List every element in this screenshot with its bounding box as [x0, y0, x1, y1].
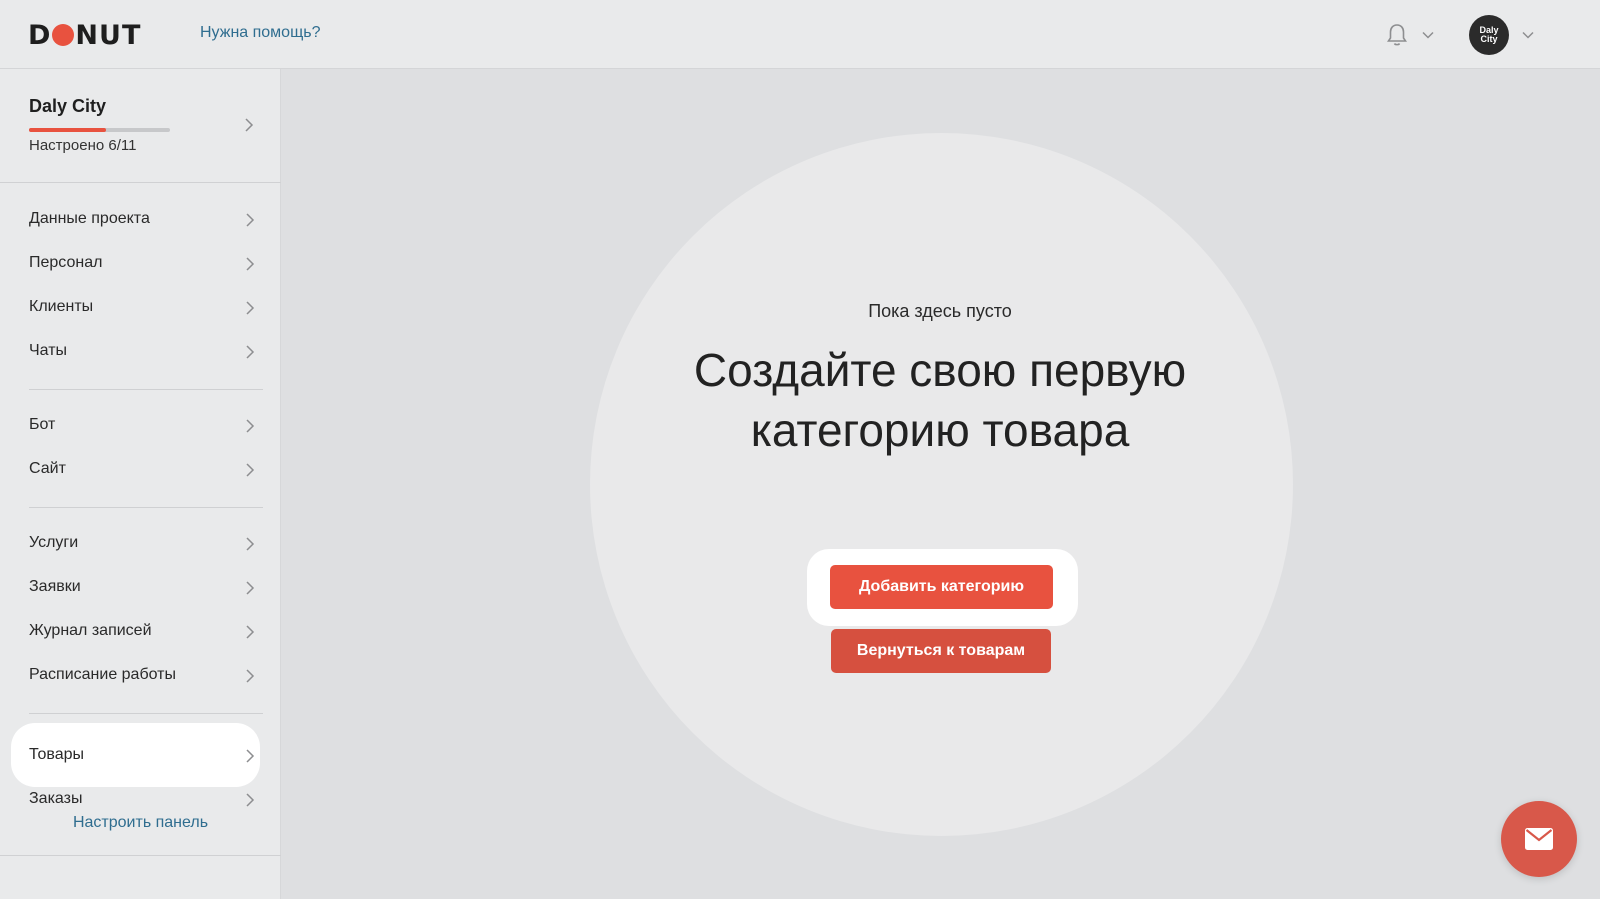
- sidebar-divider: [29, 713, 263, 714]
- empty-state-circle: [590, 133, 1293, 836]
- sidebar-item-label: Товары: [29, 746, 85, 763]
- sidebar-item-services[interactable]: Услуги: [0, 521, 281, 565]
- mail-icon: [1525, 828, 1553, 850]
- sidebar-item-label: Заказы: [29, 790, 83, 807]
- chevron-right-icon: [245, 212, 255, 233]
- chevron-right-icon: [245, 792, 255, 813]
- sidebar-item-chats[interactable]: Чаты: [0, 329, 281, 373]
- chevron-right-icon: [245, 536, 255, 557]
- chevron-right-icon: [245, 624, 255, 645]
- sidebar-divider: [29, 507, 263, 508]
- chevron-right-icon: [245, 418, 255, 439]
- chevron-right-icon: [245, 668, 255, 689]
- empty-state-note: Пока здесь пусто: [868, 301, 1012, 321]
- sidebar-item-label: Сайт: [29, 460, 66, 477]
- profile-chevron-down-icon[interactable]: [1521, 28, 1535, 42]
- chevron-right-icon: [245, 748, 255, 769]
- top-header: D NUT Нужна помощь? Daly City: [0, 0, 1600, 69]
- sidebar-item-site[interactable]: Сайт: [0, 447, 281, 491]
- sidebar-item-bot[interactable]: Бот: [0, 403, 281, 447]
- empty-state-title: Создайте свою первую категорию товара: [693, 344, 1187, 456]
- chevron-right-icon: [245, 256, 255, 277]
- chevron-right-icon: [245, 344, 255, 365]
- donut-logo[interactable]: D NUT: [28, 20, 141, 51]
- setup-progress-fill: [29, 128, 106, 132]
- sidebar-item-label: Расписание работы: [29, 666, 176, 683]
- help-link[interactable]: Нужна помощь?: [200, 24, 320, 42]
- add-category-button[interactable]: Добавить категорию: [830, 565, 1053, 609]
- project-name: Daly City: [29, 96, 107, 116]
- bell-icon[interactable]: [1385, 22, 1409, 48]
- sidebar: Daly City Настроено 6/11 Данные проекта …: [0, 69, 281, 899]
- sidebar-item-label: Чаты: [29, 342, 68, 359]
- chevron-right-icon: [245, 462, 255, 483]
- notifications-chevron-down-icon[interactable]: [1421, 28, 1435, 42]
- chevron-right-icon: [244, 117, 254, 138]
- sidebar-item-requests[interactable]: Заявки: [0, 565, 281, 609]
- chat-fab-button[interactable]: [1501, 801, 1577, 877]
- sidebar-divider: [0, 855, 281, 856]
- sidebar-item-project-data[interactable]: Данные проекта: [0, 197, 281, 241]
- back-to-products-button[interactable]: Вернуться к товарам: [831, 629, 1051, 673]
- sidebar-item-label: Персонал: [29, 254, 103, 271]
- avatar[interactable]: Daly City: [1469, 15, 1509, 55]
- sidebar-item-bookings-log[interactable]: Журнал записей: [0, 609, 281, 653]
- setup-progress-bar: [29, 128, 170, 132]
- sidebar-item-label: Журнал записей: [29, 622, 152, 639]
- sidebar-divider: [29, 389, 263, 390]
- sidebar-item-clients[interactable]: Клиенты: [0, 285, 281, 329]
- sidebar-item-label: Клиенты: [29, 298, 94, 315]
- configure-panel-link[interactable]: Настроить панель: [0, 814, 281, 832]
- sidebar-item-label: Данные проекта: [29, 210, 150, 227]
- sidebar-item-products[interactable]: Товары: [0, 733, 281, 777]
- chevron-right-icon: [245, 300, 255, 321]
- sidebar-item-label: Заявки: [29, 578, 81, 595]
- sidebar-item-work-schedule[interactable]: Расписание работы: [0, 653, 281, 697]
- sidebar-item-label: Бот: [29, 416, 56, 433]
- sidebar-item-label: Услуги: [29, 534, 79, 551]
- sidebar-item-staff[interactable]: Персонал: [0, 241, 281, 285]
- logo-donut-dot: [52, 24, 75, 46]
- setup-status: Настроено 6/11: [29, 137, 137, 154]
- chevron-right-icon: [245, 580, 255, 601]
- project-card[interactable]: Daly City Настроено 6/11: [0, 69, 281, 183]
